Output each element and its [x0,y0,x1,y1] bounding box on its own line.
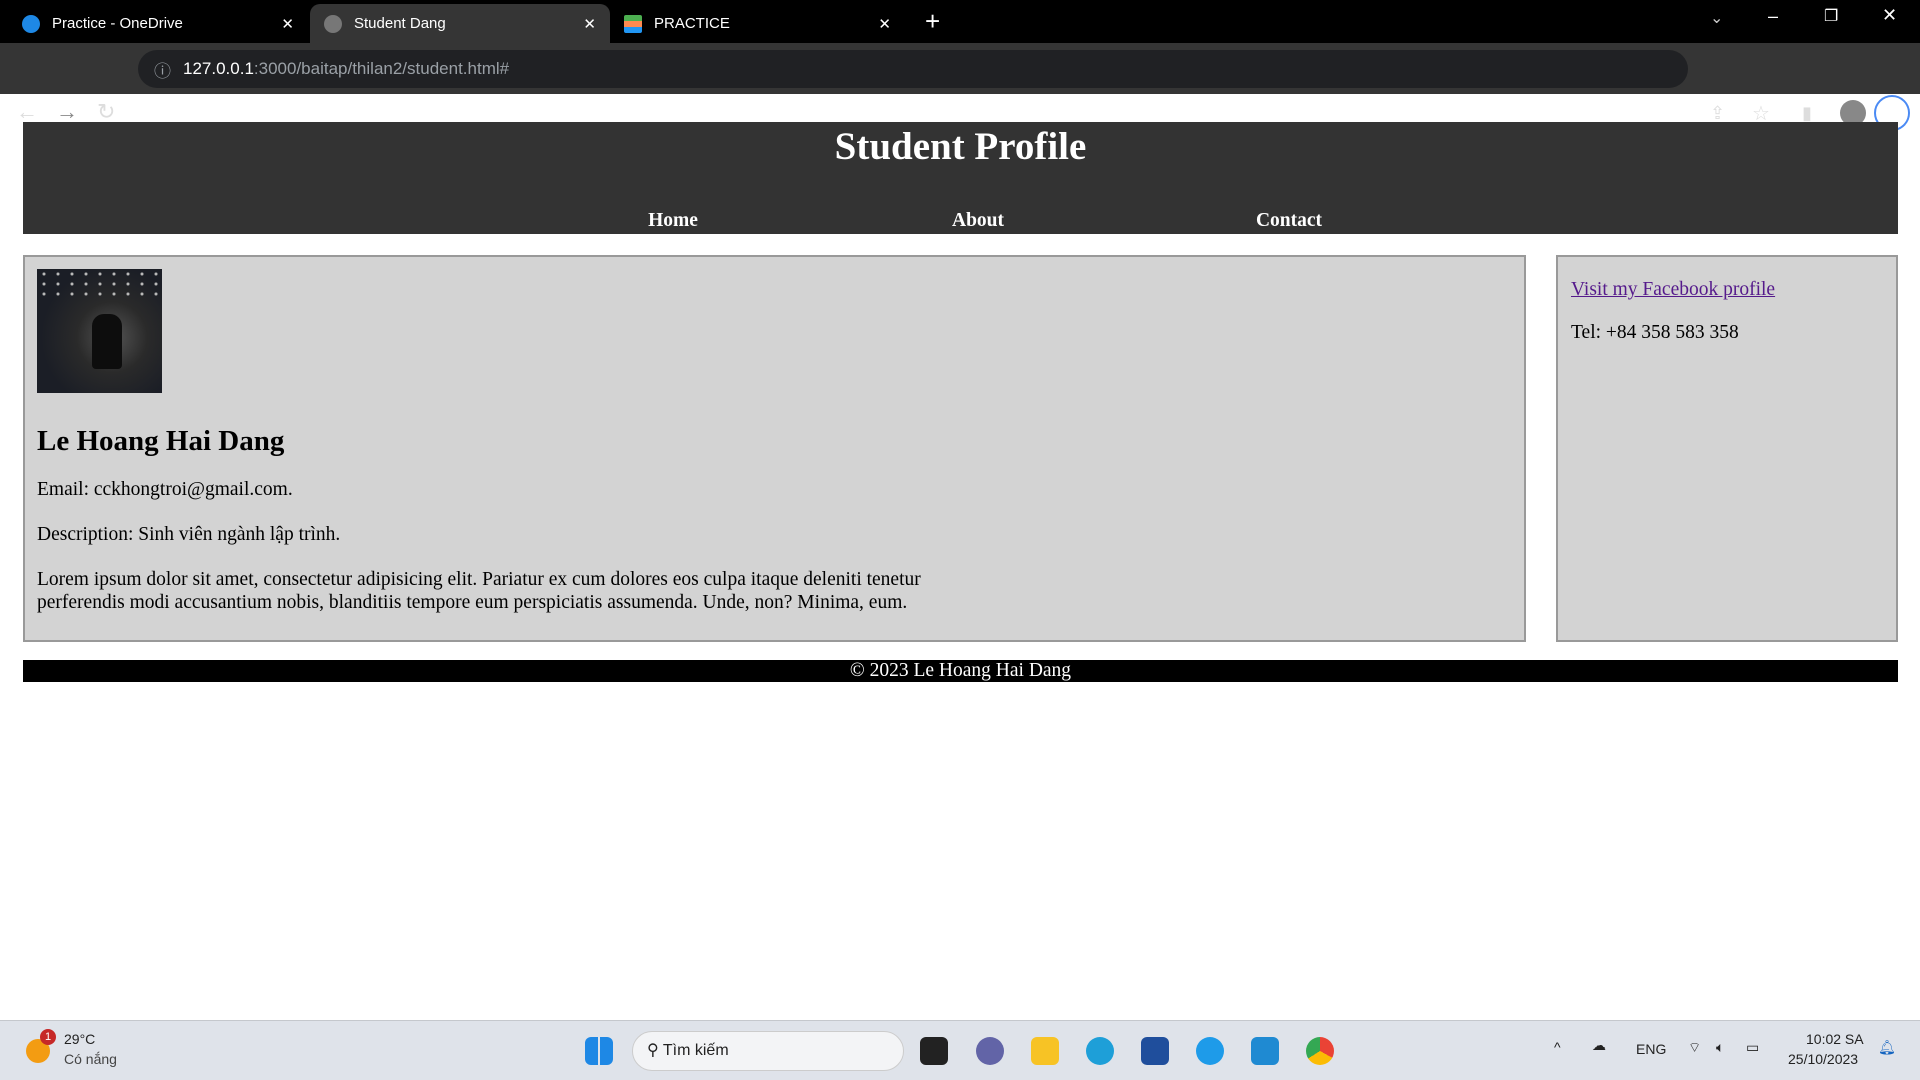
search-placeholder: Tìm kiếm [662,1042,729,1059]
language-indicator[interactable]: ENG [1636,1041,1666,1057]
info-icon: ⓘ [154,61,171,81]
practice-icon [624,14,642,33]
battery-icon[interactable]: ▭ [1746,1039,1759,1056]
tab-label: Student Dang [354,15,446,32]
tab-onedrive[interactable]: Practice - OneDrive ✕ [8,4,308,43]
share-icon[interactable]: ⇪ [1710,103,1725,124]
weather-text: Có nắng [64,1051,117,1067]
email-text: Email: cckhongtroi@gmail.com. [37,479,293,500]
nav-about[interactable]: About [952,210,1004,232]
vscode-icon[interactable] [1251,1037,1279,1065]
file-explorer-icon[interactable] [1031,1037,1059,1065]
skype-icon[interactable] [1196,1037,1224,1065]
page-header: Student Profile Home About Contact [23,122,1898,234]
close-tab-icon[interactable]: ✕ [878,15,891,33]
lorem-text: Lorem ipsum dolor sit amet, consectetur … [37,569,921,613]
tab-practice[interactable]: PRACTICE ✕ [610,4,905,43]
temperature: 29°C [64,1031,96,1047]
tab-student-dang[interactable]: Student Dang ✕ [310,4,610,43]
tab-label: Practice - OneDrive [52,15,183,32]
wifi-icon[interactable]: ⌔ [1688,1039,1701,1057]
tab-bar: Practice - OneDrive ✕ Student Dang ✕ PRACT… [0,0,1920,43]
student-name: Le Hoang Hai Dang [37,425,285,457]
clock-date[interactable]: 25/10/2023 [1788,1051,1858,1067]
store-icon[interactable] [1141,1037,1169,1065]
main-content: Le Hoang Hai Dang Email: cckhongtroi@gma… [23,255,1526,642]
url-path: :3000/baitap/thilan2/student.html# [253,59,510,78]
clock-time[interactable]: 10:02 SA [1806,1031,1864,1047]
onedrive-tray-icon[interactable]: ☁ [1592,1037,1606,1054]
facebook-link[interactable]: Visit my Facebook profile [1571,278,1883,301]
side-panel-icon[interactable]: ▮ [1802,103,1812,124]
tab-label: PRACTICE [654,15,730,32]
task-view-icon[interactable] [920,1037,948,1065]
taskbar: 1 29°C Có nắng ⚲ Tìm kiếm ^ ☁ ENG ⌔ 🔈︎ ▭… [0,1020,1920,1080]
address-bar[interactable]: ⓘ 127.0.0.1:3000/baitap/thilan2/student.h… [138,50,1688,88]
globe-icon [324,14,342,33]
weather-badge: 1 [40,1029,56,1045]
nav-contact[interactable]: Contact [1256,210,1322,232]
description-text: Description: Sinh viên ngành lập trình. [37,524,341,545]
sidebar: Visit my Facebook profile Tel: +84 358 5… [1556,255,1898,642]
close-window-button[interactable]: ✕ [1882,5,1897,26]
page-footer: © 2023 Le Hoang Hai Dang [23,660,1898,682]
tel-text: Tel: +84 358 583 358 [1571,322,1739,343]
onedrive-icon [22,14,40,33]
nav-home[interactable]: Home [648,210,698,232]
page-title: Student Profile [834,125,1087,168]
profile-photo [37,269,162,393]
windows-start-icon[interactable] [585,1037,613,1065]
close-tab-icon[interactable]: ✕ [583,15,596,33]
restore-button[interactable]: ❐ [1824,6,1838,26]
minimize-button[interactable]: – [1768,6,1778,27]
taskbar-search[interactable]: ⚲ Tìm kiếm [632,1031,904,1071]
show-hidden-icons[interactable]: ^ [1554,1039,1561,1055]
close-tab-icon[interactable]: ✕ [281,15,294,33]
chrome-icon[interactable] [1306,1037,1334,1065]
notification-icon[interactable]: 🔔︎ [1878,1039,1896,1056]
tab-search-icon[interactable]: ⌄ [1710,8,1723,28]
edge-icon[interactable] [1086,1037,1114,1065]
url-host: 127.0.0.1 [183,59,254,78]
teams-icon[interactable] [976,1037,1004,1065]
search-icon: ⚲ [647,1042,659,1059]
new-tab-button[interactable]: + [925,6,940,37]
volume-icon[interactable]: 🔈︎ [1716,1039,1724,1056]
